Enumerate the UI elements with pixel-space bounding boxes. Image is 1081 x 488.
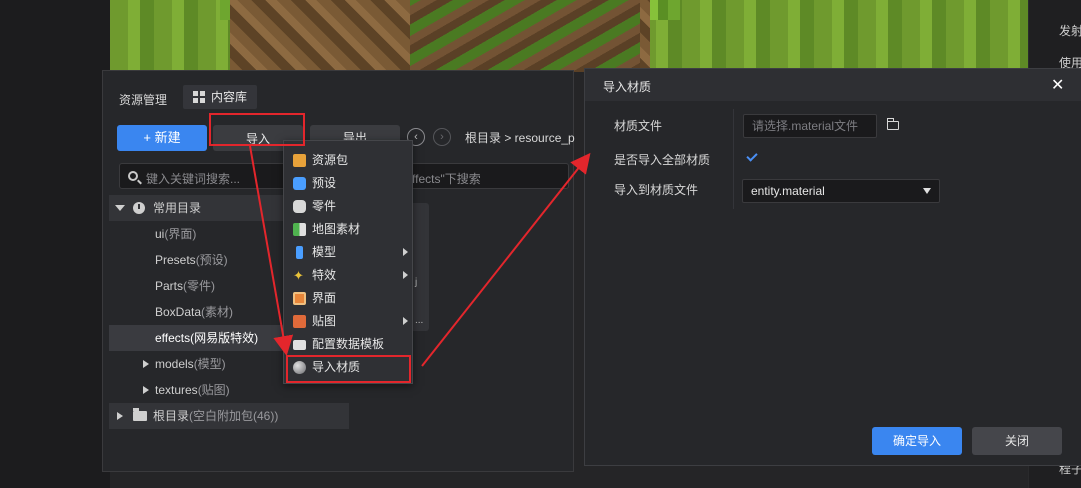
annotation-arrows — [249, 145, 591, 367]
annotation-arrow-1 — [249, 145, 294, 356]
annotation-arrow-2 — [421, 152, 591, 367]
